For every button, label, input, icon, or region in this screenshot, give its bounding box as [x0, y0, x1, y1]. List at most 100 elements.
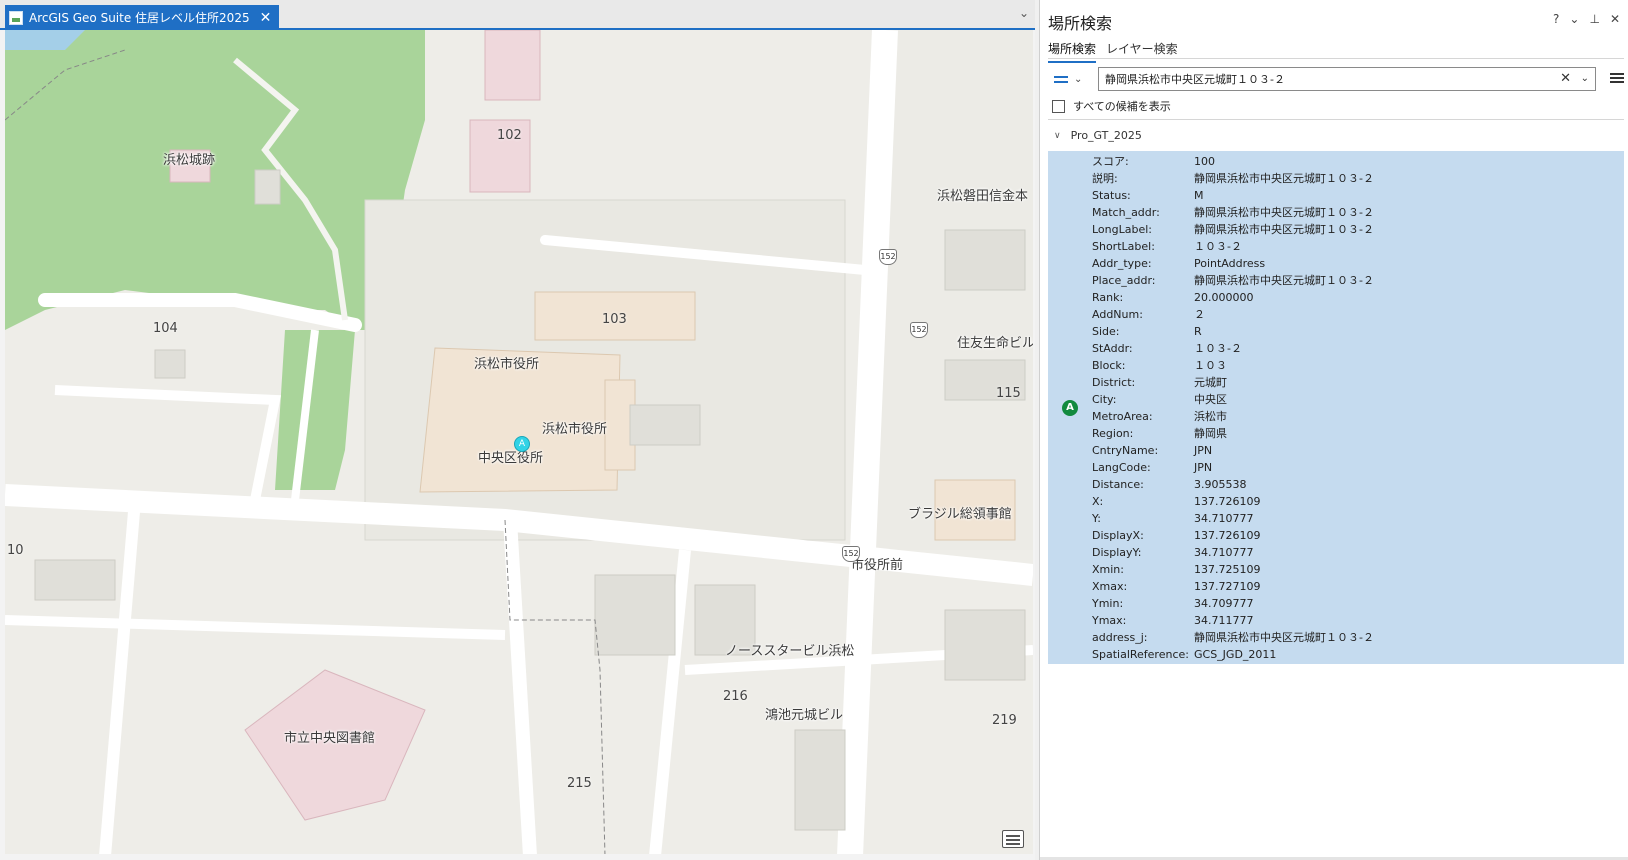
search-row: ⌄ ✕ ⌄ [1048, 67, 1624, 91]
attribute-row: ShortLabel: １０３-２ [1092, 238, 1612, 255]
attribute-row: Y: 34.710777 [1092, 510, 1612, 527]
close-icon[interactable]: ✕ [260, 11, 272, 25]
attribute-key: Xmin: [1092, 563, 1124, 576]
attribute-row: X: 137.726109 [1092, 493, 1612, 510]
divider [1048, 119, 1624, 120]
attribute-value: 34.710777 [1194, 546, 1254, 559]
arcgis-pro-window: ArcGIS Geo Suite 住居レベル住所2025 ✕ ⌄ 浜松城跡 浜松… [0, 0, 1628, 860]
attribute-value: 100 [1194, 155, 1215, 168]
attribute-row: Region: 静岡県 [1092, 425, 1612, 442]
attribute-value: 中央区 [1194, 393, 1227, 406]
tab-locate[interactable]: 場所検索 [1048, 40, 1097, 63]
gray-building-9 [254, 169, 281, 205]
attribute-key: DisplayX: [1092, 529, 1144, 542]
attribute-value: １０３ [1194, 359, 1227, 372]
attribute-value: 浜松市 [1194, 410, 1227, 423]
attribute-key: X: [1092, 495, 1104, 508]
result-attributes: スコア: 100 説明: 静岡県浜松市中央区元城町１０３-２ Status: M Match… [1092, 153, 1612, 663]
chevron-down-icon: ∨ [1054, 130, 1061, 141]
attribute-value: １０３-２ [1194, 240, 1242, 253]
map-label-konoike: 鴻池元城ビル [765, 708, 844, 723]
attribute-row: MetroArea: 浜松市 [1092, 408, 1612, 425]
locator-group-header[interactable]: ∨ Pro_GT_2025 [1054, 129, 1142, 142]
attribute-value: 静岡県 [1194, 427, 1227, 440]
chevron-down-icon: ⌄ [1074, 73, 1083, 85]
attribute-value: 静岡県浜松市中央区元城町１０３-２ [1194, 206, 1374, 219]
map-number: 219 [992, 713, 1017, 728]
attribute-key: LangCode: [1092, 461, 1151, 474]
attribute-value: PointAddress [1194, 257, 1266, 270]
route-shield: 152 [879, 249, 897, 265]
attribute-row: Distance: 3.905538 [1092, 476, 1612, 493]
map-number: 103 [602, 312, 627, 327]
pane-controls: ? ⌄ ⊥ ✕ [1553, 12, 1620, 26]
map-pane: ArcGIS Geo Suite 住居レベル住所2025 ✕ ⌄ 浜松城跡 浜松… [0, 0, 1035, 860]
attribute-value: 137.725109 [1194, 563, 1261, 576]
attribute-row: AddNum: ２ [1092, 306, 1612, 323]
attribute-key: Addr_type: [1092, 257, 1152, 270]
map-tab-title: ArcGIS Geo Suite 住居レベル住所2025 [29, 11, 250, 25]
hamburger-menu-icon[interactable] [1610, 71, 1624, 85]
attribute-row: スコア: 100 [1092, 153, 1612, 170]
gray-building-7 [34, 559, 116, 601]
tab-layer-search[interactable]: レイヤー検索 [1106, 40, 1178, 63]
map-number: 10 [7, 543, 24, 558]
map-label-sumitomo: 住友生命ビル [957, 336, 1033, 351]
attribute-row: LongLabel: 静岡県浜松市中央区元城町１０３-２ [1092, 221, 1612, 238]
attribute-value: ２ [1194, 308, 1205, 321]
attribute-key: AddNum: [1092, 308, 1143, 321]
attribute-row: Place_addr: 静岡県浜松市中央区元城町１０３-２ [1092, 272, 1612, 289]
chevron-down-icon[interactable]: ⌄ [1019, 6, 1029, 20]
attribute-row: LangCode: JPN [1092, 459, 1612, 476]
attribute-value: JPN [1194, 461, 1213, 474]
map-number: 215 [567, 776, 592, 791]
map-view-tab[interactable]: ArcGIS Geo Suite 住居レベル住所2025 ✕ [5, 5, 280, 30]
map-canvas[interactable]: 浜松城跡 浜松市役所 浜松市役所 中央区役所 浜松磐田信金本 住友生命ビル ブラ… [5, 30, 1033, 856]
chevron-down-icon[interactable]: ⌄ [1581, 73, 1589, 84]
main-road-ns [837, 30, 898, 856]
map-icon [9, 10, 23, 25]
attribute-value: 静岡県浜松市中央区元城町１０３-２ [1194, 223, 1374, 236]
search-box: ✕ ⌄ [1098, 67, 1596, 91]
clear-icon[interactable]: ✕ [1560, 71, 1571, 86]
close-icon[interactable]: ✕ [1610, 12, 1620, 26]
attribute-key: Status: [1092, 189, 1131, 202]
map-label-chuo-ward-office: 中央区役所 [478, 451, 544, 466]
basemap-toggle-icon[interactable] [1002, 830, 1024, 848]
attribute-key: CntryName: [1092, 444, 1159, 457]
map-number: 216 [723, 689, 748, 704]
road-south-west [99, 499, 141, 856]
gray-building-5 [944, 229, 1026, 291]
attribute-key: Region: [1092, 427, 1134, 440]
attribute-value: M [1194, 189, 1204, 202]
map-number: 104 [153, 321, 178, 336]
attribute-row: Side: R [1092, 323, 1612, 340]
road-south [503, 519, 537, 856]
map-label-library: 市立中央図書館 [284, 731, 376, 746]
attribute-key: ShortLabel: [1092, 240, 1155, 253]
attribute-row: CntryName: JPN [1092, 442, 1612, 459]
attribute-row: Xmin: 137.725109 [1092, 561, 1612, 578]
building-north [484, 30, 541, 101]
result-marker-a[interactable]: A [514, 436, 530, 452]
attribute-value: 137.727109 [1194, 580, 1261, 593]
locate-options-button[interactable]: ⌄ [1048, 67, 1092, 91]
attribute-value: 静岡県浜松市中央区元城町１０３-２ [1194, 274, 1374, 287]
search-input[interactable] [1099, 68, 1539, 90]
result-card[interactable]: A スコア: 100 説明: 静岡県浜松市中央区元城町１０３-２ Status: M Mat… [1048, 151, 1624, 664]
side-road [54, 385, 282, 501]
show-all-candidates[interactable]: すべての候補を表示 [1052, 98, 1171, 114]
help-icon[interactable]: ? [1553, 12, 1559, 26]
show-all-checkbox[interactable] [1052, 99, 1065, 113]
locator-group-name: Pro_GT_2025 [1070, 129, 1142, 142]
gray-building-10 [794, 729, 846, 831]
route-shield: 152 [842, 546, 860, 562]
attribute-row: DisplayX: 137.726109 [1092, 527, 1612, 544]
attribute-key: District: [1092, 376, 1136, 389]
pin-icon[interactable]: ⊥ [1589, 12, 1599, 26]
attribute-key: MetroArea: [1092, 410, 1153, 423]
attribute-row: City: 中央区 [1092, 391, 1612, 408]
attribute-key: スコア: [1092, 155, 1129, 168]
gray-building-4 [944, 609, 1026, 681]
pane-menu-icon[interactable]: ⌄ [1569, 12, 1579, 26]
